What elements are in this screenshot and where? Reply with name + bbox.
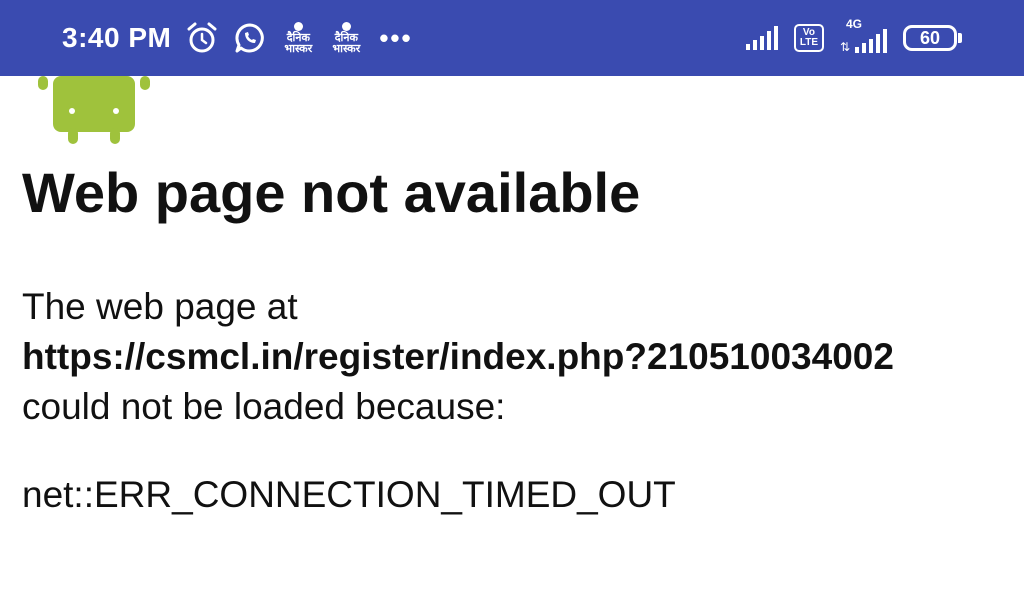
status-bar-left: 3:40 PM दैनिक भास्कर दैनिक भास्कर ••• [62,0,413,76]
whatsapp-icon [233,21,267,55]
mobile-data-signal-icon: 4G ⇅ [839,17,887,54]
dainik-bhaskar-icon: दैनिक भास्कर [281,18,315,58]
android-robot-icon [38,76,158,146]
battery-icon: 60 [903,25,962,51]
error-message: The web page at https://csmcl.in/registe… [22,282,894,432]
clock: 3:40 PM [62,22,172,53]
message-prefix: The web page at [22,286,298,327]
data-arrows-icon: ⇅ [839,40,850,54]
alarm-icon [185,21,219,55]
error-code: net::ERR_CONNECTION_TIMED_OUT [22,474,676,515]
more-notifications-icon: ••• [379,22,413,53]
failed-url: https://csmcl.in/register/index.php?2105… [22,336,894,377]
message-suffix: could not be loaded because: [22,386,506,427]
signal-strength-icon [745,26,778,50]
status-bar: 3:40 PM दैनिक भास्कर दैनिक भास्कर ••• Vo… [0,0,1024,76]
volte-icon: Vo LTE [793,24,824,52]
status-bar-right: Vo LTE 4G ⇅ 60 [745,0,962,76]
battery-level: 60 [919,27,941,48]
network-type-label: 4G [845,17,862,31]
page-title: Web page not available [22,161,641,224]
dainik-bhaskar-icon: दैनिक भास्कर [329,18,363,58]
